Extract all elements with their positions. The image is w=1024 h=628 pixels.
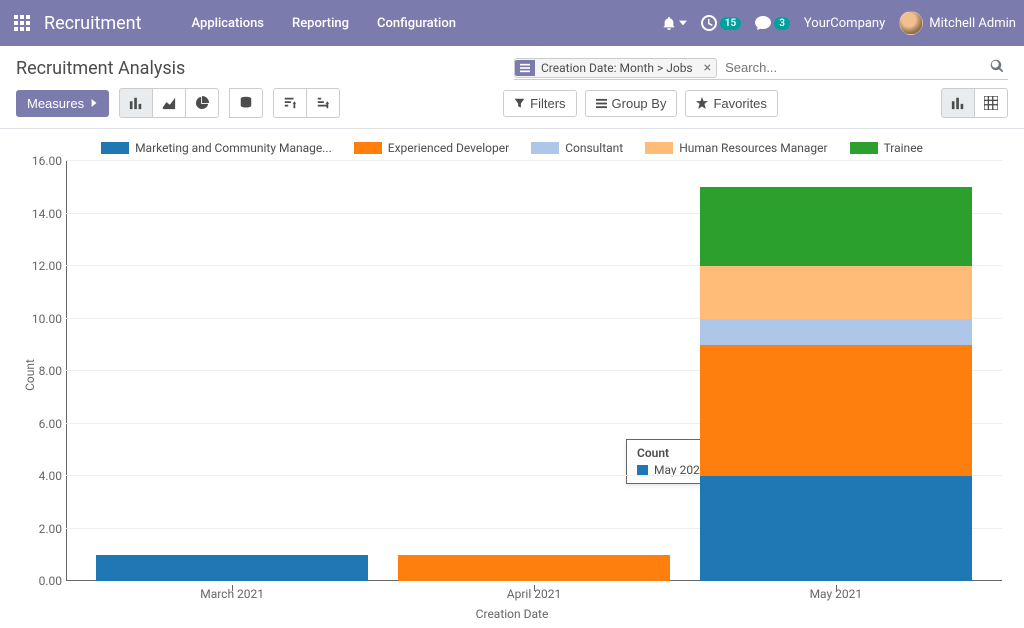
x-tick-label: May 2021 <box>700 587 971 601</box>
bar-segment[interactable] <box>700 187 971 266</box>
company-switcher[interactable]: YourCompany <box>804 16 885 31</box>
bar-segment[interactable] <box>700 345 971 476</box>
legend-item[interactable]: Human Resources Manager <box>645 141 827 155</box>
bell-icon <box>662 16 676 30</box>
star-icon <box>696 97 708 109</box>
bar-stack[interactable] <box>96 555 367 581</box>
y-tick-label: 4.00 <box>22 469 62 483</box>
sort-asc-button[interactable] <box>307 88 340 118</box>
facet-label: Creation Date: Month > Jobs <box>535 59 699 77</box>
y-tick-label: 10.00 <box>22 312 62 326</box>
view-switcher <box>941 88 1008 118</box>
y-tick-label: 2.00 <box>22 522 62 536</box>
funnel-icon <box>514 98 525 109</box>
avatar <box>899 11 923 35</box>
filters-button[interactable]: Filters <box>503 90 576 117</box>
tooltip-swatch <box>637 465 648 476</box>
bar-stack[interactable] <box>700 187 971 581</box>
legend-swatch <box>531 142 559 154</box>
sort-desc-button[interactable] <box>273 88 307 118</box>
facet-remove-icon[interactable]: × <box>699 61 716 75</box>
bar-stack[interactable] <box>398 555 669 581</box>
y-tick-label: 14.00 <box>22 207 62 221</box>
activities-tray[interactable]: 15 <box>701 15 741 31</box>
main-menus: Applications Reporting Configuration <box>182 10 466 37</box>
user-name: Mitchell Admin <box>929 16 1016 31</box>
messages-badge: 3 <box>774 17 790 30</box>
legend-item[interactable]: Trainee <box>850 141 923 155</box>
messaging-tray[interactable]: 3 <box>755 15 790 31</box>
legend-swatch <box>645 142 673 154</box>
stacked-button[interactable] <box>229 88 263 118</box>
menu-applications[interactable]: Applications <box>182 10 275 37</box>
caret-right-icon <box>90 99 98 107</box>
y-tick-label: 6.00 <box>22 417 62 431</box>
chart-legend: Marketing and Community Manage... Experi… <box>6 137 1018 161</box>
chat-icon <box>755 15 771 31</box>
legend-swatch <box>101 142 129 154</box>
top-nav: Recruitment Applications Reporting Confi… <box>0 0 1024 46</box>
legend-item[interactable]: Consultant <box>531 141 623 155</box>
legend-swatch <box>354 142 382 154</box>
chart-plot: Count May 2021/Marketing and Community M… <box>66 161 1002 581</box>
bar-segment[interactable] <box>700 319 971 345</box>
favorites-button[interactable]: Favorites <box>685 90 777 117</box>
search-input[interactable] <box>721 56 986 79</box>
legend-item[interactable]: Marketing and Community Manage... <box>101 141 332 155</box>
measures-button[interactable]: Measures <box>16 90 109 117</box>
x-tick-label: March 2021 <box>96 587 367 601</box>
control-panel: Recruitment Analysis Creation Date: Mont… <box>0 46 1024 129</box>
legend-item[interactable]: Experienced Developer <box>354 141 509 155</box>
x-tick-label: April 2021 <box>398 587 669 601</box>
caret-down-icon <box>679 19 687 27</box>
user-menu[interactable]: Mitchell Admin <box>899 11 1016 35</box>
stack-group <box>229 88 263 118</box>
list-icon <box>515 60 535 76</box>
groupby-button[interactable]: Group By <box>585 90 678 117</box>
activities-badge: 15 <box>720 17 741 30</box>
bar-segment[interactable] <box>398 555 669 581</box>
apps-icon[interactable] <box>8 9 36 37</box>
legend-swatch <box>850 142 878 154</box>
clock-icon <box>701 15 717 31</box>
pie-chart-button[interactable] <box>186 88 219 118</box>
y-tick-label: 16.00 <box>22 154 62 168</box>
search-icon[interactable] <box>986 57 1008 79</box>
graph-view-button[interactable] <box>941 88 975 118</box>
x-axis-title: Creation Date <box>6 603 1018 621</box>
notifications-dropdown[interactable] <box>662 16 687 30</box>
chart-area: Marketing and Community Manage... Experi… <box>0 129 1024 621</box>
bar-segment[interactable] <box>700 266 971 319</box>
line-chart-button[interactable] <box>153 88 186 118</box>
bar-segment[interactable] <box>700 476 971 581</box>
sort-group <box>273 88 340 118</box>
list-icon <box>596 98 607 109</box>
menu-reporting[interactable]: Reporting <box>282 10 359 37</box>
pivot-view-button[interactable] <box>975 88 1008 118</box>
chart-type-group <box>119 88 219 118</box>
y-tick-label: 12.00 <box>22 259 62 273</box>
menu-configuration[interactable]: Configuration <box>367 10 466 37</box>
app-brand[interactable]: Recruitment <box>44 13 142 34</box>
systray: 15 3 YourCompany Mitchell Admin <box>662 11 1016 35</box>
bar-segment[interactable] <box>96 555 367 581</box>
y-tick-label: 8.00 <box>22 364 62 378</box>
y-tick-label: 0.00 <box>22 574 62 588</box>
bar-chart-button[interactable] <box>119 88 153 118</box>
search-facet-groupby: Creation Date: Month > Jobs × <box>514 58 717 78</box>
page-title: Recruitment Analysis <box>16 58 185 79</box>
search-bar[interactable]: Creation Date: Month > Jobs × <box>514 56 1008 80</box>
